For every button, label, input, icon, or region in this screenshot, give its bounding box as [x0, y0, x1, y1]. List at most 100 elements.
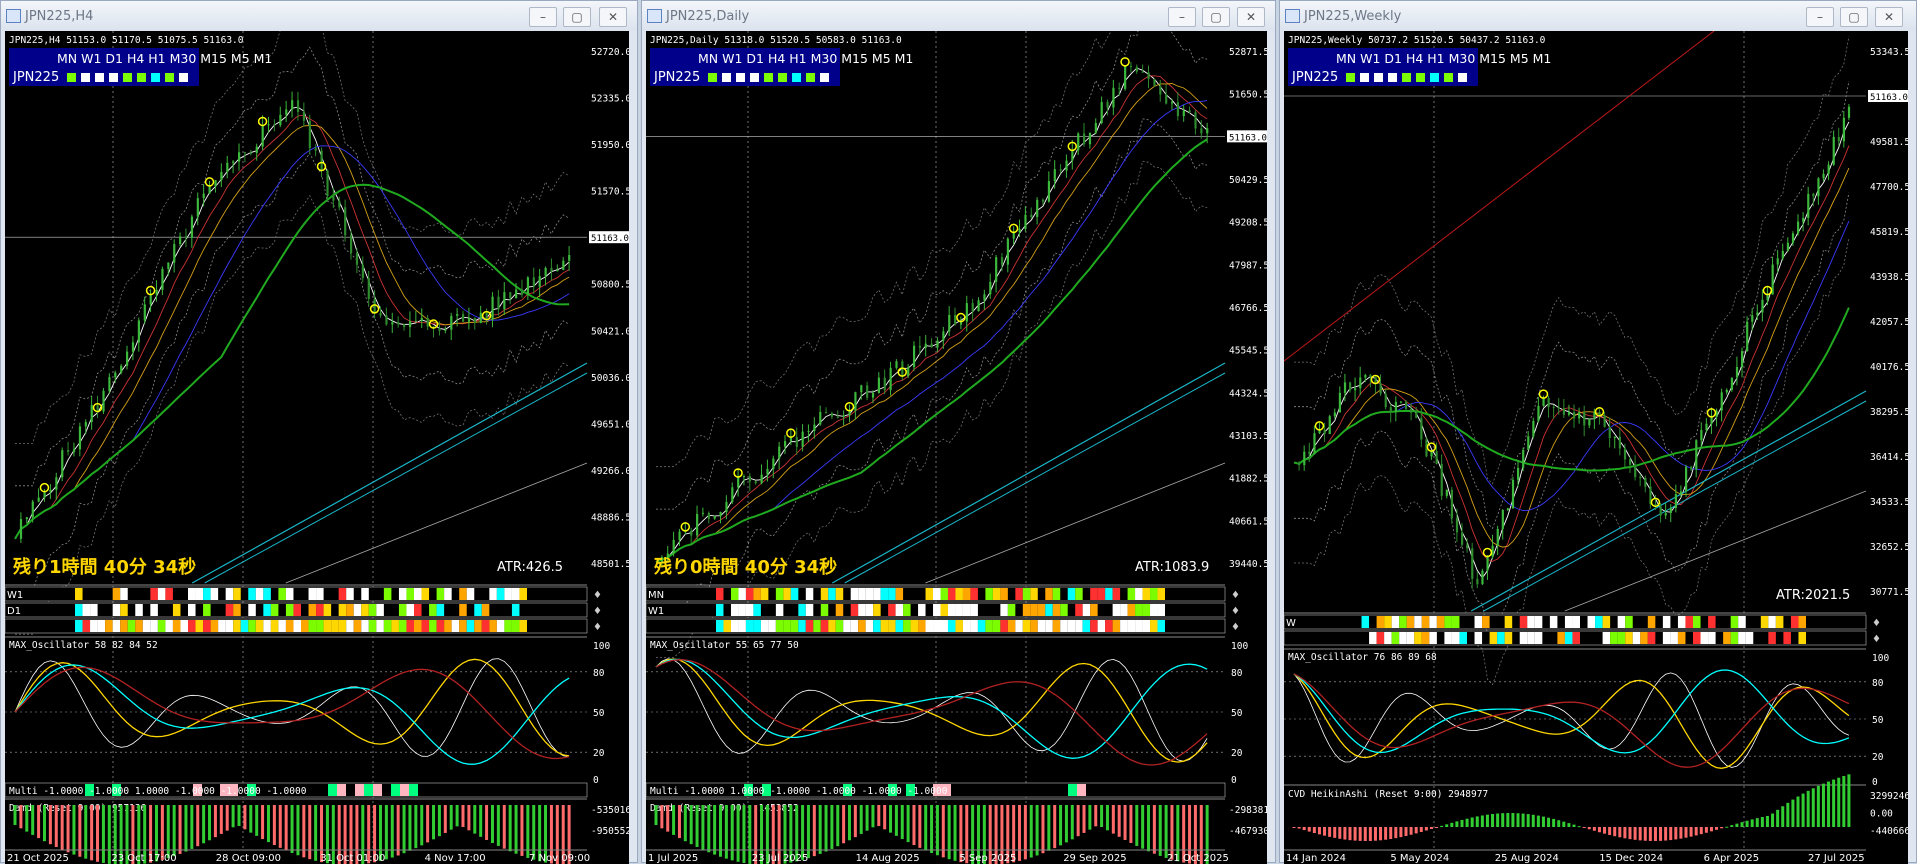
- strip-cell: [316, 588, 324, 600]
- strip-cell: [850, 588, 859, 600]
- strip-cell: [248, 620, 256, 632]
- histogram-bar: [906, 805, 910, 843]
- strip-cell: [421, 588, 430, 600]
- histogram-bar: [1470, 817, 1474, 827]
- histogram-bar: [1358, 827, 1362, 841]
- histogram-bar: [941, 805, 945, 858]
- histogram-bar: [1496, 813, 1500, 827]
- strip-cell: [1414, 616, 1422, 628]
- strip-cell: [1429, 632, 1437, 644]
- histogram-bar: [853, 805, 857, 838]
- strip-cell: [1451, 616, 1460, 628]
- strip-cell: [1369, 632, 1377, 644]
- strip-cell: [459, 620, 467, 632]
- candle-body: [1343, 382, 1347, 393]
- histogram-bar: [231, 805, 235, 828]
- strip-cell: [1082, 604, 1091, 616]
- moving-average-line: [655, 75, 1208, 563]
- strip-cell: [444, 588, 452, 600]
- histogram-bar: [1608, 827, 1612, 835]
- strip-cell: [278, 588, 286, 600]
- candle-body: [1690, 466, 1693, 470]
- oscillator-line: [655, 658, 1208, 763]
- histogram-bar: [842, 805, 846, 844]
- candle-body: [989, 281, 992, 295]
- strip-cell: [1745, 632, 1754, 644]
- candle-body: [137, 320, 140, 343]
- maximize-button[interactable]: ▢: [1840, 7, 1868, 27]
- minimize-button[interactable]: –: [529, 7, 557, 27]
- chart-canvas[interactable]: 53343.5 51163.0 49581.5 47700.5 45819.5 43938…: [1284, 31, 1908, 864]
- candle-body: [355, 253, 359, 265]
- strip-cell: [172, 604, 181, 616]
- strip-cell: [1067, 620, 1076, 632]
- timeframe-square: [820, 73, 829, 82]
- strip-cell: [496, 588, 505, 600]
- close-button[interactable]: ✕: [1875, 7, 1903, 27]
- strip-cell: [798, 604, 806, 616]
- histogram-bar: [48, 805, 52, 845]
- candle-body: [255, 146, 258, 153]
- strip-cell: [188, 588, 196, 600]
- histogram-bar: [1419, 827, 1423, 832]
- strip-cell: [346, 620, 354, 632]
- oscillator-tick-label: 0: [593, 775, 599, 786]
- strip-label: D1: [7, 606, 21, 617]
- chart-canvas[interactable]: 52871.5 51650.5 51163.0 50429.5 49208.5 47987…: [646, 31, 1267, 864]
- strip-cell: [947, 620, 956, 632]
- candle-body: [1781, 250, 1784, 259]
- candle-body: [456, 314, 459, 316]
- window-titlebar[interactable]: JPN225,Weekly – ▢ ✕: [1280, 1, 1916, 31]
- histogram-bar: [1730, 825, 1734, 827]
- strip-cell: [353, 604, 362, 616]
- candle-body: [25, 517, 28, 520]
- window-titlebar[interactable]: JPN225,Daily – ▢ ✕: [642, 1, 1275, 31]
- maximize-button[interactable]: ▢: [1202, 7, 1230, 27]
- strip-cell: [511, 588, 520, 600]
- chart-canvas[interactable]: 52720.052335.051950.051570.551163.050800…: [5, 31, 629, 864]
- candle-body: [143, 304, 146, 321]
- close-button[interactable]: ✕: [599, 7, 627, 27]
- moving-average-line: [655, 100, 1208, 563]
- maximize-button[interactable]: ▢: [563, 7, 591, 27]
- histogram-bar: [1771, 813, 1775, 827]
- histogram-bar: [1516, 813, 1520, 827]
- strip-cell: [1022, 620, 1031, 632]
- candle-body: [90, 405, 93, 422]
- chart-window-h4[interactable]: JPN225,H4 – ▢ ✕ 52720.0 52335.0 51950.0 515…: [0, 0, 638, 864]
- strip-cell: [940, 604, 948, 616]
- date-tick-label: 5 May 2024: [1390, 853, 1449, 864]
- candle-body: [983, 294, 986, 301]
- close-button[interactable]: ✕: [1237, 7, 1265, 27]
- chart-window-daily[interactable]: JPN225,Daily – ▢ ✕ 52871.5 51650.5 51163.0…: [641, 0, 1276, 864]
- strip-cell: [865, 588, 874, 600]
- histogram-bar: [261, 805, 265, 840]
- strip-cell: [985, 588, 993, 600]
- strip-cell: [1150, 604, 1158, 616]
- window-titlebar[interactable]: JPN225,H4 – ▢ ✕: [1, 1, 637, 31]
- strip-icon: ♦: [1231, 606, 1240, 617]
- strip-cell: [738, 620, 746, 632]
- histogram-bar: [1041, 805, 1045, 854]
- candle-body: [397, 322, 400, 325]
- histogram-bar: [1806, 790, 1810, 827]
- strip-cell: [248, 604, 256, 616]
- histogram-bar: [871, 805, 875, 828]
- histogram-bar: [1562, 821, 1566, 827]
- candle-body: [367, 278, 370, 299]
- histogram-bar: [1603, 827, 1607, 834]
- strip-cell: [738, 604, 746, 616]
- minimize-button[interactable]: –: [1168, 7, 1196, 27]
- strip-cell: [285, 604, 294, 616]
- lower-indicator-label: CVD HeikinAshi (Reset 9:00) 2948977: [1288, 789, 1488, 800]
- strip-cell: [940, 620, 948, 632]
- candle-body: [783, 441, 787, 447]
- histogram-bar: [1613, 827, 1617, 837]
- chart-window-weekly[interactable]: JPN225,Weekly – ▢ ✕ 53343.5 51163.0 49581.…: [1279, 0, 1917, 864]
- strip-cell: [925, 588, 934, 600]
- minimize-button[interactable]: –: [1806, 7, 1834, 27]
- strip-cell: [1052, 588, 1061, 600]
- candle-body: [279, 114, 282, 126]
- histogram-bar: [101, 805, 105, 863]
- strip-cell: [233, 604, 241, 616]
